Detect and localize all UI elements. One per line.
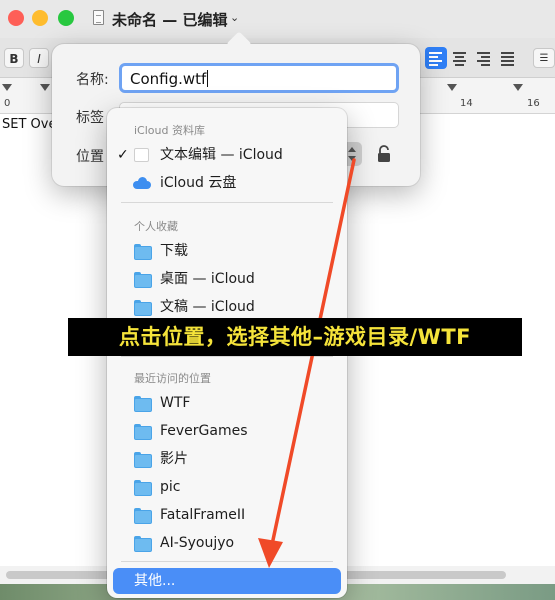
- bold-button[interactable]: B: [4, 48, 24, 68]
- menu-item-label: WTF: [160, 395, 191, 411]
- align-center-button[interactable]: [449, 47, 471, 69]
- checkmark-icon: ✓: [117, 147, 129, 163]
- folder-icon: [134, 396, 152, 412]
- menu-item-label: FatalFrameII: [160, 507, 246, 523]
- menu-item-label: 文本编辑 — iCloud: [160, 147, 283, 163]
- menu-item-movies[interactable]: 影片: [113, 446, 341, 472]
- menu-item-label: AI-Syoujyo: [160, 535, 235, 551]
- ruler-number: 14: [460, 98, 473, 109]
- menu-section-header: iCloud 资料库: [134, 124, 205, 137]
- menu-item-label: 文稿 — iCloud: [160, 299, 255, 315]
- line-spacing-button[interactable]: ☰: [533, 48, 555, 68]
- minimize-window-button[interactable]: [32, 10, 48, 26]
- menu-item-other[interactable]: 其他...: [113, 568, 341, 594]
- folder-icon: [134, 300, 152, 316]
- zoom-window-button[interactable]: [58, 10, 74, 26]
- folder-icon: [134, 244, 152, 260]
- ruler-number: 16: [527, 98, 540, 109]
- menu-item-wtf[interactable]: WTF: [113, 390, 341, 416]
- lock-icon[interactable]: [376, 144, 392, 164]
- align-left-button[interactable]: [425, 47, 447, 69]
- menu-separator: [121, 202, 333, 203]
- menu-separator: [121, 356, 333, 357]
- title-bar: 未命名 — 已编辑 ⌄: [0, 0, 555, 38]
- filename-input[interactable]: Config.wtf: [119, 63, 399, 93]
- menu-item-pic[interactable]: pic: [113, 474, 341, 500]
- folder-icon: [134, 424, 152, 440]
- menu-item-label: FeverGames: [160, 423, 248, 439]
- tags-label: 标签: [76, 110, 104, 126]
- folder-icon: [134, 536, 152, 552]
- menu-item-label: iCloud 云盘: [160, 175, 237, 191]
- menu-item-label: 桌面 — iCloud: [160, 271, 255, 287]
- menu-item-desktop[interactable]: 桌面 — iCloud: [113, 266, 341, 292]
- menu-separator: [121, 561, 333, 562]
- indent-marker[interactable]: [2, 84, 12, 91]
- align-right-button[interactable]: [473, 47, 495, 69]
- location-label: 位置: [76, 149, 104, 165]
- italic-button[interactable]: I: [29, 48, 49, 68]
- menu-section-header: 最近访问的位置: [134, 372, 211, 385]
- ruler-number: 0: [4, 98, 11, 109]
- tab-stop-marker[interactable]: [513, 84, 523, 91]
- menu-item-label: 影片: [160, 451, 188, 467]
- chevron-down-icon[interactable]: ⌄: [230, 11, 239, 24]
- folder-icon: [134, 452, 152, 468]
- menu-item-documents[interactable]: 文稿 — iCloud: [113, 294, 341, 320]
- document-icon: [134, 148, 149, 162]
- filename-value: Config.wtf: [130, 70, 207, 88]
- menu-item-fevergames[interactable]: FeverGames: [113, 418, 341, 444]
- menu-item-icloud-drive[interactable]: iCloud 云盘: [113, 170, 341, 196]
- menu-section-header: 个人收藏: [134, 220, 178, 233]
- document-text: SET Ove: [2, 117, 57, 132]
- tab-stop-marker[interactable]: [447, 84, 457, 91]
- menu-item-downloads[interactable]: 下载: [113, 238, 341, 264]
- folder-icon: [134, 480, 152, 496]
- menu-item-textedit-icloud[interactable]: ✓ 文本编辑 — iCloud: [113, 142, 341, 168]
- name-label: 名称:: [76, 72, 109, 88]
- cloud-icon: [133, 177, 151, 189]
- menu-item-ai-syoujyo[interactable]: AI-Syoujyo: [113, 530, 341, 556]
- menu-item-label: 下载: [160, 243, 188, 259]
- instruction-caption: 点击位置，选择其他–游戏目录/WTF: [68, 318, 522, 356]
- close-window-button[interactable]: [8, 10, 24, 26]
- document-icon: [93, 10, 104, 25]
- folder-icon: [134, 272, 152, 288]
- justify-button[interactable]: [497, 47, 519, 69]
- menu-item-label: 其他...: [134, 573, 176, 589]
- window-title[interactable]: 未命名 — 已编辑: [112, 9, 227, 30]
- folder-icon: [134, 508, 152, 524]
- menu-item-fatalframe[interactable]: FatalFrameII: [113, 502, 341, 528]
- menu-item-label: pic: [160, 479, 181, 495]
- tab-stop-marker[interactable]: [40, 84, 50, 91]
